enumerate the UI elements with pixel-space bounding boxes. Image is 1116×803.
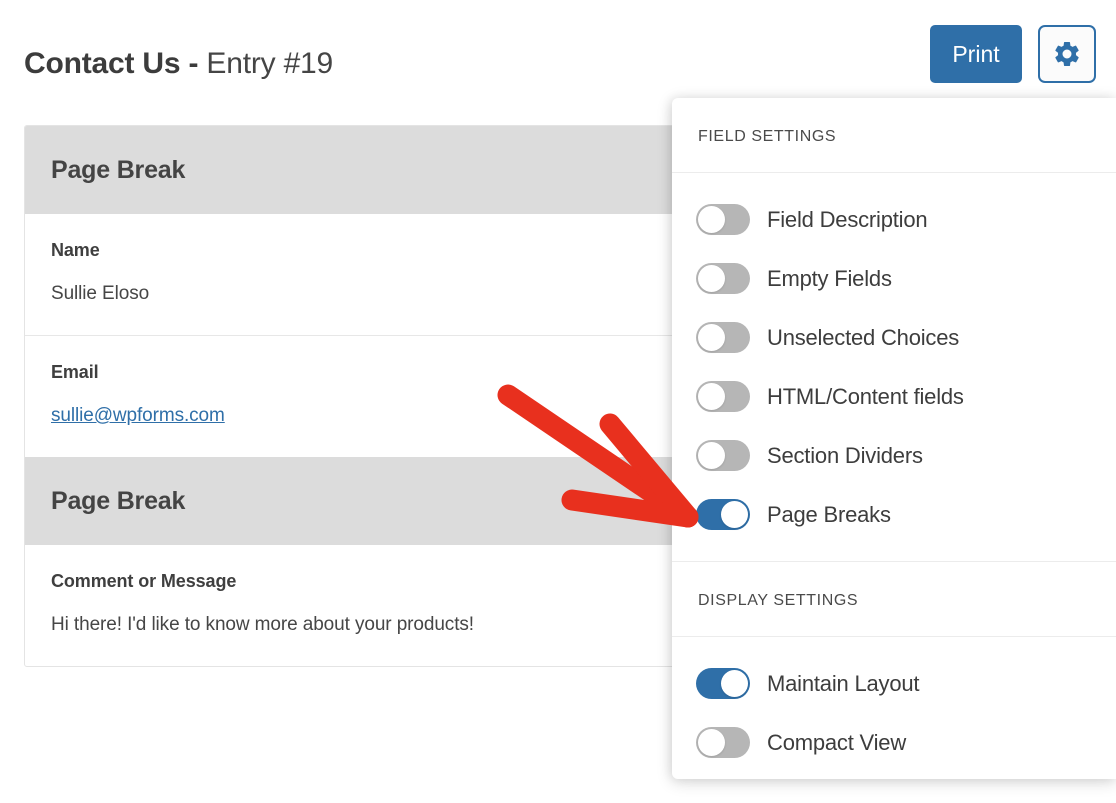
display-settings-heading: DISPLAY SETTINGS [672, 561, 1116, 637]
page-break-label: Page Break [51, 155, 186, 184]
page-header: Contact Us - Entry #19 Print [0, 0, 1116, 98]
toggle-label: Page Breaks [767, 501, 891, 527]
entry-field-name: Name Sullie Eloso [25, 214, 785, 335]
toggle-switch-off-icon[interactable] [696, 322, 750, 353]
field-value: Sullie Eloso [51, 283, 150, 304]
toggle-switch-off-icon[interactable] [696, 204, 750, 235]
toggle-row-page-breaks[interactable]: Page Breaks [672, 485, 1116, 544]
entry-field-comment: Comment or Message Hi there! I'd like to… [25, 545, 785, 666]
field-label: Name [51, 240, 100, 260]
toggle-label: Empty Fields [767, 265, 892, 291]
toggle-switch-off-icon[interactable] [696, 381, 750, 412]
page-break-label: Page Break [51, 486, 186, 515]
toggle-switch-off-icon[interactable] [696, 263, 750, 294]
page-title-form-name: Contact Us - [24, 47, 207, 81]
toggle-switch-off-icon[interactable] [696, 440, 750, 471]
toggle-switch-on-icon[interactable] [696, 499, 750, 530]
field-label: Email [51, 362, 99, 382]
settings-button[interactable] [1038, 25, 1096, 83]
entry-field-email: Email sullie@wpforms.com [25, 335, 785, 457]
gear-icon [1052, 39, 1082, 69]
toggle-row-empty-fields[interactable]: Empty Fields [672, 249, 1116, 308]
toggle-row-section-dividers[interactable]: Section Dividers [672, 426, 1116, 485]
toggle-switch-off-icon[interactable] [696, 727, 750, 758]
field-label: Comment or Message [51, 571, 237, 591]
toggle-label: Unselected Choices [767, 324, 960, 350]
field-settings-toggle-group: Field Description Empty Fields Unselecte… [672, 173, 1116, 561]
toggle-label: Compact View [767, 729, 907, 755]
toggle-label: Maintain Layout [767, 670, 920, 696]
print-button[interactable]: Print [930, 25, 1022, 83]
field-value: sullie@wpforms.com [51, 405, 759, 427]
toggle-row-html-content-fields[interactable]: HTML/Content fields [672, 367, 1116, 426]
toggle-label: HTML/Content fields [767, 383, 964, 409]
settings-dropdown-panel: FIELD SETTINGS Field Description Empty F… [672, 98, 1116, 779]
toggle-row-field-description[interactable]: Field Description [672, 190, 1116, 249]
display-settings-toggle-group: Maintain Layout Compact View [672, 637, 1116, 779]
page-title-entry-id: Entry #19 [206, 47, 334, 81]
toggle-row-maintain-layout[interactable]: Maintain Layout [672, 654, 1116, 713]
toggle-row-unselected-choices[interactable]: Unselected Choices [672, 308, 1116, 367]
toggle-switch-on-icon[interactable] [696, 668, 750, 699]
field-value: Hi there! I'd like to know more about yo… [51, 614, 474, 635]
email-link[interactable]: sullie@wpforms.com [51, 405, 225, 426]
page-title: Contact Us - Entry #19 [24, 47, 333, 81]
toggle-label: Field Description [767, 206, 928, 232]
toggle-label: Section Dividers [767, 442, 923, 468]
field-settings-heading: FIELD SETTINGS [672, 98, 1116, 173]
page-break-band: Page Break [25, 126, 785, 214]
header-actions: Print [930, 25, 1096, 83]
toggle-row-compact-view[interactable]: Compact View [672, 713, 1116, 772]
page-break-band: Page Break [25, 457, 785, 545]
